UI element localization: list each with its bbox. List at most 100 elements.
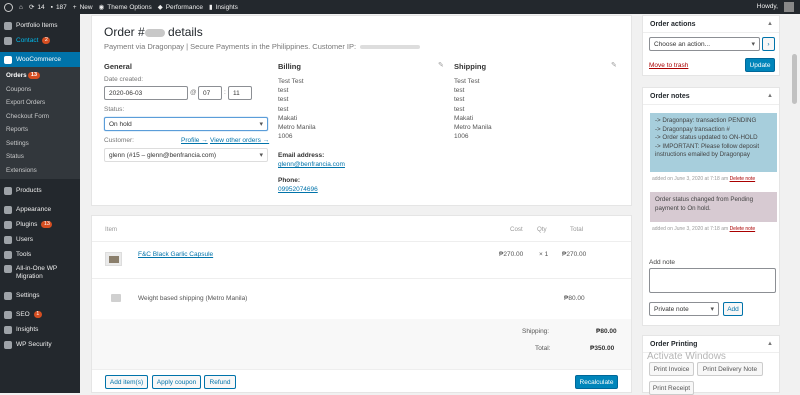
home-icon[interactable]: ⌂ xyxy=(19,4,23,11)
admin-sidebar: Portfolio Items Contact 2 WooCommerce Ord… xyxy=(0,14,80,393)
minute-input[interactable]: 11 xyxy=(228,86,252,100)
sidebar-item-portfolio[interactable]: Portfolio Items xyxy=(0,18,80,33)
delete-note-link[interactable]: Delete note xyxy=(730,226,756,232)
comments-count: 187 xyxy=(55,3,67,11)
view-other-orders-link[interactable]: View other orders → xyxy=(210,137,269,144)
sidebar-item-wp-security[interactable]: WP Security xyxy=(0,337,80,352)
add-note-button[interactable]: Add xyxy=(723,302,743,316)
portfolio-icon xyxy=(4,21,12,30)
note-timestamp: added on June 3, 2020 at 7:18 am xyxy=(652,226,729,232)
add-note-textarea[interactable] xyxy=(649,268,776,293)
go-button[interactable]: › xyxy=(762,37,775,51)
date-created-label: Date created: xyxy=(104,76,144,83)
sidebar-item-label: WP Security xyxy=(16,341,52,348)
sidebar-item-woocommerce[interactable]: WooCommerce xyxy=(0,52,80,67)
move-to-trash-link[interactable]: Move to trash xyxy=(649,62,688,69)
collapse-arrow-icon[interactable]: ▲ xyxy=(767,93,773,99)
wordpress-logo-icon[interactable] xyxy=(4,2,13,12)
sidebar-item-label: All-in-One WP Migration xyxy=(16,265,58,280)
shield-icon xyxy=(4,340,12,349)
submenu-settings[interactable]: Settings xyxy=(0,137,80,151)
submenu-orders[interactable]: Orders 13 xyxy=(0,69,80,83)
add-items-button[interactable]: Add item(s) xyxy=(105,375,148,389)
shipping-total-value: ₱80.00 xyxy=(596,328,617,335)
refund-button[interactable]: Refund xyxy=(204,375,236,389)
customer-select[interactable]: glenn (#15 – glenn@benfrancia.com) xyxy=(104,148,268,162)
profile-link[interactable]: Profile → xyxy=(181,137,208,144)
scrollbar-thumb[interactable] xyxy=(792,54,797,104)
avatar[interactable] xyxy=(784,2,794,12)
shipping-icon xyxy=(111,294,121,302)
sidebar-item-label: Portfolio Items xyxy=(16,22,58,29)
submenu-checkout-form[interactable]: Checkout Form xyxy=(0,110,80,124)
submenu-status[interactable]: Status xyxy=(0,150,80,164)
sidebar-item-label: Users xyxy=(16,236,33,243)
updates-item[interactable]: ⟳ 14 xyxy=(29,3,45,12)
delete-note-link[interactable]: Delete note xyxy=(730,176,756,182)
print-delivery-note-button[interactable]: Print Delivery Note xyxy=(697,362,763,376)
sidebar-item-tools[interactable]: Tools xyxy=(0,247,80,262)
payment-info: Payment via Dragonpay | Secure Payments … xyxy=(104,42,421,51)
order-action-select[interactable]: Choose an action... xyxy=(649,37,760,51)
sidebar-item-insights[interactable]: Insights xyxy=(0,322,80,337)
qty-header: Qty xyxy=(537,226,547,233)
migration-icon xyxy=(4,265,12,273)
insights-item[interactable]: ▮ Insights xyxy=(209,3,238,12)
howdy-label[interactable]: Howdy, xyxy=(757,3,778,10)
cost-header: Cost xyxy=(510,226,523,233)
submenu-export-orders[interactable]: Export Orders xyxy=(0,96,80,110)
edit-shipping-icon[interactable]: ✎ xyxy=(611,61,617,69)
theme-options-item[interactable]: ◉ Theme Options xyxy=(99,3,152,12)
recalculate-button[interactable]: Recalculate xyxy=(575,375,618,389)
phone-link[interactable]: 09952074696 xyxy=(278,186,318,193)
contact-badge: 2 xyxy=(42,37,51,44)
status-select[interactable]: On hold xyxy=(104,117,268,131)
totals-area: Shipping: ₱80.00 Total: ₱350.00 xyxy=(92,319,631,369)
woocommerce-submenu: Orders 13 Coupons Export Orders Checkout… xyxy=(0,67,80,179)
settings-icon xyxy=(4,291,12,300)
sidebar-item-products[interactable]: Products xyxy=(0,183,80,198)
insights-icon xyxy=(4,325,12,334)
performance-item[interactable]: ◆ Performance xyxy=(158,3,203,12)
email-link[interactable]: glenn@benfrancia.com xyxy=(278,161,345,168)
collapse-arrow-icon[interactable]: ▲ xyxy=(767,341,773,347)
plugins-badge: 13 xyxy=(41,221,53,228)
order-total-value: ₱350.00 xyxy=(590,345,615,352)
sidebar-item-migration[interactable]: All-in-One WP Migration xyxy=(0,262,80,288)
submenu-extensions[interactable]: Extensions xyxy=(0,164,80,178)
page-title: Order # details xyxy=(104,25,203,39)
sidebar-item-settings[interactable]: Settings xyxy=(0,288,80,303)
box-title: Order notes xyxy=(650,92,690,100)
insights-label: Insights xyxy=(215,3,238,11)
sidebar-item-label: SEO xyxy=(16,311,30,318)
collapse-arrow-icon[interactable]: ▲ xyxy=(767,21,773,27)
phone-label: Phone: xyxy=(278,177,301,184)
sidebar-item-seo[interactable]: SEO 1 xyxy=(0,307,80,322)
page-scrollbar[interactable] xyxy=(789,14,800,393)
update-button[interactable]: Update xyxy=(745,58,775,72)
plug-icon xyxy=(4,220,12,229)
product-link[interactable]: F&C Black Garlic Capsule xyxy=(138,251,213,258)
order-notes-header[interactable]: Order notes ▲ xyxy=(643,88,779,105)
submenu-coupons[interactable]: Coupons xyxy=(0,83,80,97)
divider xyxy=(92,369,631,370)
order-data-panel: Order # details Payment via Dragonpay | … xyxy=(91,15,632,206)
sidebar-item-appearance[interactable]: Appearance xyxy=(0,202,80,217)
print-invoice-button[interactable]: Print Invoice xyxy=(649,362,694,376)
new-item[interactable]: + New xyxy=(73,4,93,11)
date-created-input[interactable]: 2020-06-03 xyxy=(104,86,188,100)
edit-billing-icon[interactable]: ✎ xyxy=(438,61,444,69)
apply-coupon-button[interactable]: Apply coupon xyxy=(152,375,201,389)
submenu-reports[interactable]: Reports xyxy=(0,123,80,137)
note-type-select[interactable]: Private note xyxy=(649,302,719,316)
sidebar-item-users[interactable]: Users xyxy=(0,232,80,247)
mail-icon xyxy=(4,36,12,45)
woocommerce-icon xyxy=(4,55,12,64)
comments-item[interactable]: ▪ 187 xyxy=(51,4,67,11)
seo-icon xyxy=(4,310,12,319)
hour-input[interactable]: 07 xyxy=(198,86,222,100)
sidebar-item-contact[interactable]: Contact 2 xyxy=(0,33,80,48)
order-actions-header[interactable]: Order actions ▲ xyxy=(643,16,779,33)
sidebar-item-plugins[interactable]: Plugins 13 xyxy=(0,217,80,232)
billing-title: Billing xyxy=(278,62,301,71)
